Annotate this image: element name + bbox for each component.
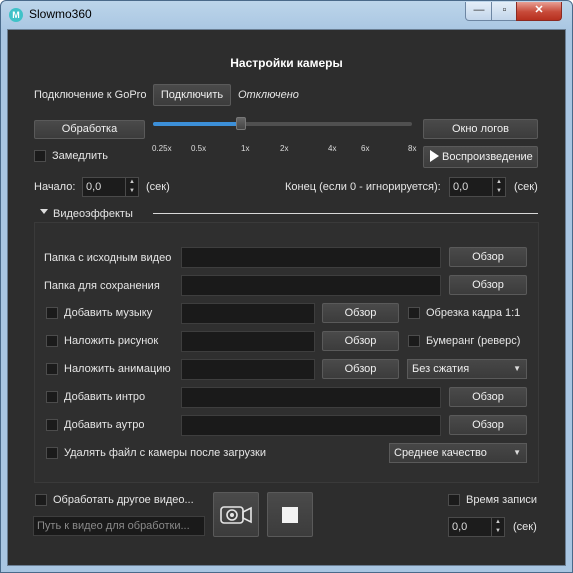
log-window-button[interactable]: Окно логов <box>423 119 538 139</box>
chevron-down-icon: ▼ <box>513 364 521 373</box>
spin-arrows-icon[interactable]: ▲ ▼ <box>492 178 505 196</box>
start-label: Начало: <box>34 181 76 193</box>
browse-image-button[interactable]: Обзор <box>322 331 399 351</box>
outro-file-field[interactable] <box>181 415 441 436</box>
gopro-connection-label: Подключение к GoPro <box>34 89 147 101</box>
source-folder-label: Папка с исходным видео <box>44 252 172 264</box>
playback-button[interactable]: Воспроизведение <box>423 146 538 168</box>
end-unit: (сек) <box>514 181 538 193</box>
save-folder-field[interactable] <box>181 275 441 296</box>
close-button[interactable]: ✕ <box>516 2 562 21</box>
add-music-checkbox[interactable] <box>46 307 58 319</box>
effects-section-title[interactable]: Видеоэффекты <box>53 208 133 220</box>
source-folder-field[interactable] <box>181 247 441 268</box>
speed-tick-label: 6x <box>361 144 370 153</box>
playback-label: Воспроизведение <box>442 151 533 163</box>
save-folder-label: Папка для сохранения <box>44 280 160 292</box>
animation-file-field[interactable] <box>181 359 315 380</box>
stop-button[interactable] <box>267 492 313 537</box>
quality-select[interactable]: Среднее качество ▼ <box>389 443 527 463</box>
camera-record-button[interactable] <box>213 492 259 537</box>
page-title: Настройки камеры <box>230 56 343 70</box>
browse-music-button[interactable]: Обзор <box>322 303 399 323</box>
app-logo-icon: M <box>9 8 23 22</box>
browse-animation-button[interactable]: Обзор <box>322 359 399 379</box>
speed-tick-label: 4x <box>328 144 337 153</box>
browse-save-button[interactable]: Обзор <box>449 275 527 295</box>
boomerang-checkbox[interactable] <box>408 335 420 347</box>
speed-tick-label: 0.5x <box>191 144 207 153</box>
quality-value: Среднее качество <box>394 447 487 459</box>
stop-icon <box>282 507 298 523</box>
speed-slider-handle[interactable] <box>236 117 246 130</box>
chevron-down-icon: ▼ <box>513 448 521 457</box>
image-file-field[interactable] <box>181 331 315 352</box>
intro-file-field[interactable] <box>181 387 441 408</box>
end-value: 0,0 <box>453 181 469 193</box>
add-outro-label: Добавить аутро <box>64 419 145 431</box>
window-title: Slowmo360 <box>29 7 92 21</box>
overlay-image-label: Наложить рисунок <box>64 335 159 347</box>
boomerang-label: Бумеранг (реверс) <box>426 335 521 347</box>
browse-intro-button[interactable]: Обзор <box>449 387 527 407</box>
browse-outro-button[interactable]: Обзор <box>449 415 527 435</box>
camera-icon <box>220 506 252 524</box>
end-label: Конец (если 0 - игнорируется): <box>285 181 441 193</box>
connect-button[interactable]: Подключить <box>153 84 231 106</box>
delete-after-label: Удалять файл с камеры после загрузки <box>64 447 266 459</box>
compression-select[interactable]: Без сжатия ▼ <box>407 359 527 379</box>
crop-label: Обрезка кадра 1:1 <box>426 307 521 319</box>
spin-arrows-icon[interactable]: ▲ ▼ <box>125 178 138 196</box>
record-time-spinbox[interactable]: 0,0 ▲ ▼ <box>448 517 505 537</box>
speed-slider-fill <box>153 122 241 126</box>
overlay-animation-checkbox[interactable] <box>46 363 58 375</box>
overlay-image-checkbox[interactable] <box>46 335 58 347</box>
add-intro-checkbox[interactable] <box>46 391 58 403</box>
add-outro-checkbox[interactable] <box>46 419 58 431</box>
compression-value: Без сжатия <box>412 363 470 375</box>
connection-status: Отключено <box>238 89 299 101</box>
spin-arrows-icon[interactable]: ▲ ▼ <box>491 518 504 536</box>
speed-tick-label: 0.25x <box>152 144 172 153</box>
speed-tick-label: 8x <box>408 144 417 153</box>
collapse-triangle-icon[interactable] <box>40 209 48 214</box>
overlay-animation-label: Наложить анимацию <box>64 363 171 375</box>
process-other-label: Обработать другое видео... <box>53 494 194 506</box>
title-bar: M Slowmo360 — ▫ ✕ <box>1 1 572 29</box>
start-value: 0,0 <box>86 181 102 193</box>
process-button[interactable]: Обработка <box>34 120 145 139</box>
slowdown-label: Замедлить <box>52 150 108 162</box>
music-file-field[interactable] <box>181 303 315 324</box>
add-music-label: Добавить музыку <box>64 307 153 319</box>
record-time-checkbox[interactable] <box>448 494 460 506</box>
slowdown-checkbox[interactable] <box>34 150 46 162</box>
maximize-button[interactable]: ▫ <box>491 2 518 21</box>
record-time-unit: (сек) <box>513 521 537 533</box>
add-intro-label: Добавить интро <box>64 391 146 403</box>
start-spinbox[interactable]: 0,0 ▲ ▼ <box>82 177 139 197</box>
speed-tick-label: 2x <box>280 144 289 153</box>
end-spinbox[interactable]: 0,0 ▲ ▼ <box>449 177 506 197</box>
minimize-button[interactable]: — <box>465 2 493 21</box>
record-time-label: Время записи <box>466 494 538 506</box>
video-path-input[interactable]: Путь к видео для обработки... <box>33 516 205 536</box>
speed-tick-label: 1x <box>241 144 250 153</box>
crop-checkbox[interactable] <box>408 307 420 319</box>
start-unit: (сек) <box>146 181 170 193</box>
delete-after-checkbox[interactable] <box>46 447 58 459</box>
record-time-value: 0,0 <box>452 521 468 533</box>
section-divider <box>153 213 538 214</box>
play-icon <box>430 150 439 162</box>
process-other-checkbox[interactable] <box>35 494 47 506</box>
browse-source-button[interactable]: Обзор <box>449 247 527 267</box>
